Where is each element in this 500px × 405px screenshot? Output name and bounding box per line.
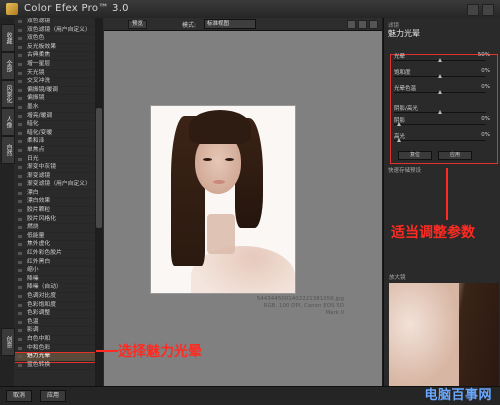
filter-item[interactable]: 影调 xyxy=(15,327,95,336)
reset-button[interactable]: 复位 xyxy=(398,151,432,160)
filter-item[interactable]: 焦外虚化 xyxy=(15,241,95,251)
annotation-arrow-select xyxy=(96,350,118,352)
filter-item[interactable]: 胶片颗粒 xyxy=(15,207,95,216)
filter-item[interactable]: 增一星层 xyxy=(15,61,95,70)
filter-title: 魅力光晕 xyxy=(388,29,420,38)
loupe-label: 放大镜 xyxy=(389,275,406,281)
preview-button[interactable]: 预览 xyxy=(128,20,148,29)
ok-button[interactable]: 应用 xyxy=(40,390,67,402)
apply-filter-button[interactable]: 应用 xyxy=(438,151,472,160)
preview-area: 预览 模式: 标准视图 5443445001402221381056.jpg R… xyxy=(104,18,382,386)
minimize-icon[interactable] xyxy=(467,4,479,16)
filter-item[interactable]: 天光镜 xyxy=(15,70,95,79)
app-title: Color Efex Pro™ 3.0 xyxy=(24,3,129,14)
filter-item[interactable]: 缩小 xyxy=(15,267,95,276)
close-icon[interactable] xyxy=(482,4,494,16)
filter-item[interactable]: 日光 xyxy=(15,156,95,165)
photo-meta: RGB, 100 DPI, Canon EOS 5D Mark II xyxy=(263,303,344,316)
slider-label: 光晕 xyxy=(394,54,406,60)
bottom-bar: 取消 应用 电脑百事网 xyxy=(0,386,500,405)
filter-item[interactable]: 燃烧 xyxy=(15,224,95,233)
watermark-brand: 电脑百事网 xyxy=(424,388,492,403)
panel-buttons: 复位 应用 xyxy=(398,151,472,160)
slider-track[interactable] xyxy=(394,124,486,125)
slider-knob[interactable] xyxy=(396,122,401,126)
filter-item[interactable]: 色调对比度 xyxy=(15,293,95,302)
slider-value: 0% xyxy=(481,132,490,138)
filter-item[interactable]: 漂白效果 xyxy=(15,198,95,208)
filter-item[interactable]: 色彩调整 xyxy=(15,310,95,319)
annotation-arrow-params xyxy=(446,168,448,220)
app-logo-icon xyxy=(6,3,18,15)
tab-favorites[interactable]: 收藏 xyxy=(1,24,15,52)
cancel-button[interactable]: 取消 xyxy=(6,390,33,402)
filter-item[interactable]: 胶片风格化 xyxy=(15,216,95,225)
filter-item[interactable]: 中和色彩 xyxy=(15,345,95,354)
filter-item[interactable]: 渐变中灰镜 xyxy=(15,164,95,173)
annotation-adjust-params: 适当调整参数 xyxy=(391,225,475,241)
mode-select[interactable]: 标准视图 xyxy=(204,19,256,29)
filter-item[interactable]: 魅力光晕 xyxy=(15,352,95,363)
single-view-icon[interactable] xyxy=(347,20,356,29)
filter-item[interactable]: 双色滤镜 xyxy=(15,18,95,27)
photo-filename: 5443445001402221381056.jpg xyxy=(256,296,344,302)
filter-item[interactable]: 蓝色转换 xyxy=(15,362,95,371)
slider-knob[interactable] xyxy=(438,110,442,114)
slider-value: 0% xyxy=(481,68,490,74)
preview-toolbar: 预览 模式: 标准视图 xyxy=(104,18,382,31)
tab-all[interactable]: 全部 xyxy=(1,52,15,80)
slider-label: 光晕色温 xyxy=(394,86,417,92)
slider-label: 饱和度 xyxy=(394,70,411,76)
slider-knob[interactable] xyxy=(438,74,442,78)
filter-item[interactable]: 交叉冲洗 xyxy=(15,78,95,87)
photo-info: 5443445001402221381056.jpg RGB, 100 DPI,… xyxy=(254,296,344,317)
filter-item[interactable]: 色彩饱和度 xyxy=(15,302,95,311)
tab-creative[interactable]: 创意 xyxy=(1,328,15,356)
slider-value: 0% xyxy=(481,84,490,90)
slider-label: 阴影/高光 xyxy=(394,106,418,112)
filter-item[interactable]: 墨水 xyxy=(15,104,95,113)
slider-value: 0% xyxy=(481,116,490,122)
filter-sidebar: 收藏 全部 风景化 人像 自然 创意 双色滤镜 双色滤镜（用户自定义） 双色色 反光板… xyxy=(0,18,105,386)
filter-item[interactable]: 红外彩色胶片 xyxy=(15,250,95,259)
category-tabs: 收藏 全部 风景化 人像 自然 创意 xyxy=(0,18,15,386)
filter-item[interactable]: 暗化 xyxy=(15,121,95,130)
filter-item[interactable]: 双色色 xyxy=(15,35,95,44)
annotation-select-glamour: 选择魅力光晕 xyxy=(118,344,202,360)
filter-item[interactable]: 柔和泽 xyxy=(15,138,95,147)
tab-nature[interactable]: 自然 xyxy=(1,136,15,164)
view-mode-icons xyxy=(347,20,378,29)
filter-item[interactable]: 降噪（自动） xyxy=(15,284,95,293)
split-view-icon[interactable] xyxy=(358,20,367,29)
mode-label: 模式: xyxy=(182,22,197,29)
filter-item[interactable]: 渐变滤镜（用户自定义） xyxy=(15,181,95,190)
filter-item[interactable]: 红外黑白 xyxy=(15,259,95,268)
slider-knob[interactable] xyxy=(396,138,401,142)
slider-knob[interactable] xyxy=(438,90,442,94)
filter-item[interactable]: 白色中和 xyxy=(15,336,95,345)
filter-item[interactable]: 偏振镜 xyxy=(15,95,95,104)
filter-item[interactable]: 单焦点 xyxy=(15,147,95,156)
preset-bar[interactable]: 快速存储预设 xyxy=(388,166,421,174)
filter-scrollbar[interactable] xyxy=(95,18,103,386)
title-bar: Color Efex Pro™ 3.0 xyxy=(0,0,500,19)
filter-item[interactable]: 渐变滤镜 xyxy=(15,173,95,182)
filter-item[interactable]: 古典柔焦 xyxy=(15,52,95,61)
tab-portrait[interactable]: 人像 xyxy=(1,108,15,136)
slider-knob[interactable] xyxy=(438,58,442,62)
tab-landscape[interactable]: 风景化 xyxy=(1,80,15,108)
window-controls xyxy=(467,4,494,16)
filter-item[interactable]: 增亮/暖调 xyxy=(15,113,95,122)
filter-list: 双色滤镜 双色滤镜（用户自定义） 双色色 反光板效果 古典柔焦 增一星层 天光镜 交叉冲洗 偏振… xyxy=(15,18,95,386)
filter-item[interactable]: 双色滤镜（用户自定义） xyxy=(15,27,95,36)
scrollbar-thumb[interactable] xyxy=(96,108,102,228)
slider-track[interactable] xyxy=(394,140,486,141)
loupe-preview xyxy=(389,283,499,386)
portrait-photo xyxy=(150,105,296,294)
side-by-side-icon[interactable] xyxy=(369,20,378,29)
slider-value: 50% xyxy=(477,52,490,58)
